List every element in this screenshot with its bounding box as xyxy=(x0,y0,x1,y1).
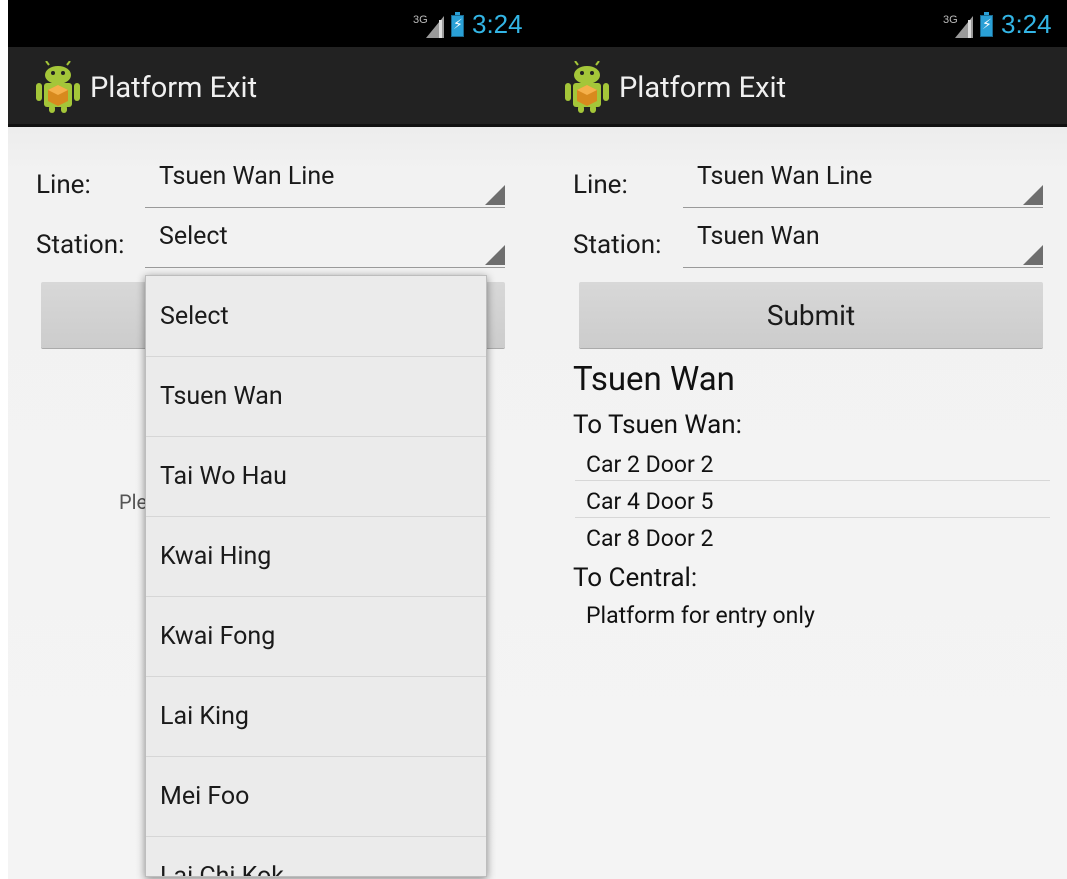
dropdown-option[interactable]: Select xyxy=(146,276,486,357)
action-bar: Platform Exit xyxy=(537,47,1067,127)
clock: 3:24 xyxy=(472,9,523,39)
door-entry: Car 8 Door 2 xyxy=(586,525,714,552)
battery-icon: ⚡ xyxy=(451,12,464,37)
spinner-arrow-icon xyxy=(1023,245,1043,265)
direction-heading: To Tsuen Wan: xyxy=(573,410,742,440)
station-spinner-value: Tsuen Wan xyxy=(697,222,820,251)
line-label: Line: xyxy=(573,170,628,200)
hint-text: Ple xyxy=(119,490,148,514)
station-spinner-value: Select xyxy=(159,222,228,251)
row-divider xyxy=(575,480,1050,481)
line-spinner-value: Tsuen Wan Line xyxy=(159,162,335,191)
status-bar: 3G ⚡ 3:24 xyxy=(537,0,1067,47)
spinner-underline xyxy=(683,267,1043,268)
signal-icon xyxy=(426,16,444,38)
line-label: Line: xyxy=(36,170,91,200)
station-dropdown: Select Tsuen Wan Tai Wo Hau Kwai Hing Kw… xyxy=(145,275,487,877)
line-spinner-value: Tsuen Wan Line xyxy=(697,162,873,191)
result-station-name: Tsuen Wan xyxy=(573,360,735,399)
direction-heading: To Central: xyxy=(573,563,698,593)
dropdown-option[interactable]: Mei Foo xyxy=(146,756,486,837)
dropdown-option[interactable]: Lai Chi Kok xyxy=(146,836,486,876)
line-spinner[interactable]: Tsuen Wan Line xyxy=(683,148,1043,208)
dropdown-option[interactable]: Kwai Hing xyxy=(146,516,486,597)
station-spinner[interactable]: Tsuen Wan xyxy=(683,208,1043,268)
status-bar: 3G ⚡ 3:24 xyxy=(8,0,538,47)
spinner-underline xyxy=(145,267,505,268)
signal-icon xyxy=(955,16,973,38)
submit-button-label: Submit xyxy=(766,299,856,332)
left-screen: 3G ⚡ 3:24 Platform Exit Line: Tsuen Wan … xyxy=(8,0,538,879)
spinner-arrow-icon xyxy=(485,185,505,205)
app-icon xyxy=(36,61,80,113)
right-screen: 3G ⚡ 3:24 Platform Exit Line: Tsuen Wan … xyxy=(537,0,1067,879)
station-spinner[interactable]: Select xyxy=(145,208,505,268)
dropdown-option[interactable]: Kwai Fong xyxy=(146,596,486,677)
dropdown-option[interactable]: Lai King xyxy=(146,676,486,757)
app-icon xyxy=(565,61,609,113)
door-entry: Car 2 Door 2 xyxy=(586,451,714,478)
battery-icon: ⚡ xyxy=(980,12,993,37)
spinner-arrow-icon xyxy=(1023,185,1043,205)
submit-button[interactable]: Submit xyxy=(579,282,1043,348)
row-divider xyxy=(575,517,1050,518)
app-title: Platform Exit xyxy=(90,71,258,105)
door-entry: Platform for entry only xyxy=(586,602,815,629)
spinner-arrow-icon xyxy=(485,245,505,265)
station-label: Station: xyxy=(36,230,125,260)
clock: 3:24 xyxy=(1001,9,1052,39)
line-spinner[interactable]: Tsuen Wan Line xyxy=(145,148,505,208)
dropdown-option[interactable]: Tsuen Wan xyxy=(146,356,486,437)
app-title: Platform Exit xyxy=(619,71,787,105)
door-entry: Car 4 Door 5 xyxy=(586,488,714,515)
station-label: Station: xyxy=(573,230,662,260)
dropdown-option[interactable]: Tai Wo Hau xyxy=(146,436,486,517)
action-bar: Platform Exit xyxy=(8,47,538,127)
